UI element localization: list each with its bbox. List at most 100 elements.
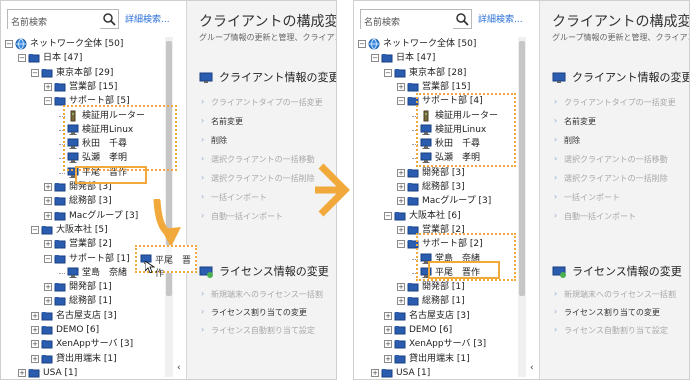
- collapse-pane-icon[interactable]: ‹: [177, 363, 181, 373]
- action-link[interactable]: ライセンス割り当ての変更: [201, 307, 307, 318]
- search-icon[interactable]: [455, 12, 469, 26]
- tree-node[interactable]: + XenAppサーバ [3]: [354, 337, 530, 351]
- action-link[interactable]: 削除: [554, 135, 580, 146]
- folder-icon: [407, 167, 419, 179]
- action-link[interactable]: 選択クライアントの一括移動: [201, 154, 315, 165]
- tree-node[interactable]: − 東京本部 [29]: [1, 66, 177, 80]
- expand-icon[interactable]: +: [44, 297, 52, 306]
- collapse-icon[interactable]: −: [384, 211, 392, 220]
- tree-node[interactable]: + 営業部 [15]: [1, 80, 177, 94]
- action-link[interactable]: 名前変更: [554, 116, 596, 127]
- tree-node-label: 営業部 [15]: [69, 81, 118, 92]
- tree-node[interactable]: + Macグループ [3]: [354, 194, 530, 208]
- tree-node[interactable]: − 大阪本社 [6]: [354, 209, 530, 223]
- expand-icon[interactable]: +: [44, 240, 52, 249]
- collapse-icon[interactable]: −: [18, 54, 26, 63]
- expand-icon[interactable]: +: [397, 183, 405, 191]
- expand-icon[interactable]: +: [31, 354, 39, 363]
- expand-icon[interactable]: +: [31, 326, 39, 334]
- expand-icon[interactable]: +: [44, 197, 52, 206]
- action-link[interactable]: 新規端末へのライセンス一括割: [201, 289, 323, 300]
- tree-node[interactable]: + 総務部 [1]: [1, 294, 177, 308]
- expand-icon[interactable]: +: [384, 340, 392, 349]
- expand-icon[interactable]: +: [384, 326, 392, 334]
- folder-icon: [394, 310, 406, 322]
- search-icon[interactable]: [102, 12, 116, 26]
- action-link[interactable]: 自動一括インポート: [201, 211, 283, 222]
- action-link[interactable]: 選択クライアントの一括移動: [554, 154, 668, 165]
- tree-scrollbar-thumb[interactable]: [519, 41, 525, 296]
- tree-node[interactable]: + DEMO [6]: [1, 323, 177, 337]
- expand-icon[interactable]: +: [44, 211, 52, 220]
- tree-node[interactable]: − ネットワーク全体 [50]: [1, 37, 177, 51]
- action-link[interactable]: クライアントタイプの一括変更: [554, 97, 676, 108]
- advanced-search-link[interactable]: 詳細検索...: [125, 12, 170, 25]
- tree-node[interactable]: + 総務部 [1]: [354, 294, 530, 308]
- collapse-icon[interactable]: −: [397, 240, 405, 249]
- tree-node[interactable]: + USA [1]: [354, 366, 530, 379]
- action-link[interactable]: 選択クライアントの一括削除: [554, 173, 668, 184]
- action-link[interactable]: 一括インポート: [554, 192, 620, 203]
- advanced-search-link[interactable]: 詳細検索...: [478, 12, 523, 25]
- expand-icon[interactable]: +: [44, 183, 52, 191]
- expand-icon[interactable]: +: [18, 368, 26, 377]
- action-link[interactable]: 名前変更: [201, 116, 243, 127]
- search-row: 詳細検索...: [7, 9, 183, 32]
- expand-icon[interactable]: +: [397, 283, 405, 292]
- expand-icon[interactable]: +: [384, 311, 392, 320]
- action-link[interactable]: 一括インポート: [201, 192, 267, 203]
- expand-icon[interactable]: +: [397, 197, 405, 206]
- tree-node[interactable]: + 総務部 [3]: [354, 180, 530, 194]
- search-field[interactable]: [7, 9, 119, 32]
- expand-icon[interactable]: +: [44, 82, 52, 91]
- tree-node[interactable]: + 開発部 [1]: [354, 280, 530, 294]
- collapse-icon[interactable]: −: [31, 68, 39, 77]
- expand-icon[interactable]: +: [31, 311, 39, 320]
- expand-icon[interactable]: +: [44, 283, 52, 292]
- client-info-heading-label: クライアント情報の変更: [219, 71, 337, 84]
- collapse-icon[interactable]: −: [5, 40, 13, 48]
- action-link[interactable]: 選択クライアントの一括削除: [201, 173, 315, 184]
- tree-node[interactable]: + 開発部 [1]: [1, 280, 177, 294]
- collapse-icon[interactable]: −: [384, 68, 392, 77]
- collapse-icon[interactable]: −: [44, 254, 52, 263]
- tree-node[interactable]: + 営業部 [15]: [354, 80, 530, 94]
- search-input[interactable]: [8, 14, 100, 32]
- search-input[interactable]: [361, 14, 453, 32]
- tree-node[interactable]: − 東京本部 [28]: [354, 66, 530, 80]
- tree-node[interactable]: + 名古屋支店 [3]: [1, 309, 177, 323]
- tree-node[interactable]: − 日本 [47]: [354, 51, 530, 65]
- tree-node[interactable]: + XenAppサーバ [3]: [1, 337, 177, 351]
- action-link[interactable]: クライアントタイプの一括変更: [201, 97, 323, 108]
- expand-icon[interactable]: +: [397, 225, 405, 234]
- tree-node[interactable]: − 日本 [47]: [1, 51, 177, 65]
- action-link[interactable]: 自動一括インポート: [554, 211, 636, 222]
- action-link[interactable]: ライセンス自動割り当て設定: [201, 325, 315, 336]
- action-link[interactable]: ライセンス割り当ての変更: [554, 307, 660, 318]
- collapse-icon[interactable]: −: [371, 54, 379, 63]
- collapse-icon[interactable]: −: [31, 225, 39, 234]
- collapse-pane-icon[interactable]: ‹: [530, 363, 534, 373]
- expand-icon[interactable]: +: [397, 82, 405, 91]
- action-link[interactable]: 新規端末へのライセンス一括割: [554, 289, 676, 300]
- folder-icon: [54, 181, 66, 193]
- collapse-icon[interactable]: −: [358, 40, 366, 48]
- collapse-icon[interactable]: −: [397, 97, 405, 106]
- tree-node[interactable]: + 名古屋支店 [3]: [354, 309, 530, 323]
- expand-icon[interactable]: +: [31, 340, 39, 349]
- tree-node[interactable]: − ネットワーク全体 [50]: [354, 37, 530, 51]
- folder-icon: [41, 324, 53, 336]
- expand-icon[interactable]: +: [371, 368, 379, 377]
- search-field[interactable]: [360, 9, 472, 32]
- tree-node[interactable]: + 開発部 [3]: [354, 166, 530, 180]
- action-link[interactable]: 削除: [201, 135, 227, 146]
- collapse-icon[interactable]: −: [44, 97, 52, 106]
- expand-icon[interactable]: +: [397, 168, 405, 177]
- tree-node[interactable]: + USA [1]: [1, 366, 177, 379]
- tree-node[interactable]: + 貸出用端末 [1]: [1, 352, 177, 366]
- expand-icon[interactable]: +: [384, 354, 392, 363]
- tree-node[interactable]: + DEMO [6]: [354, 323, 530, 337]
- expand-icon[interactable]: +: [397, 297, 405, 306]
- tree-node[interactable]: + 貸出用端末 [1]: [354, 352, 530, 366]
- action-link[interactable]: ライセンス自動割り当て設定: [554, 325, 668, 336]
